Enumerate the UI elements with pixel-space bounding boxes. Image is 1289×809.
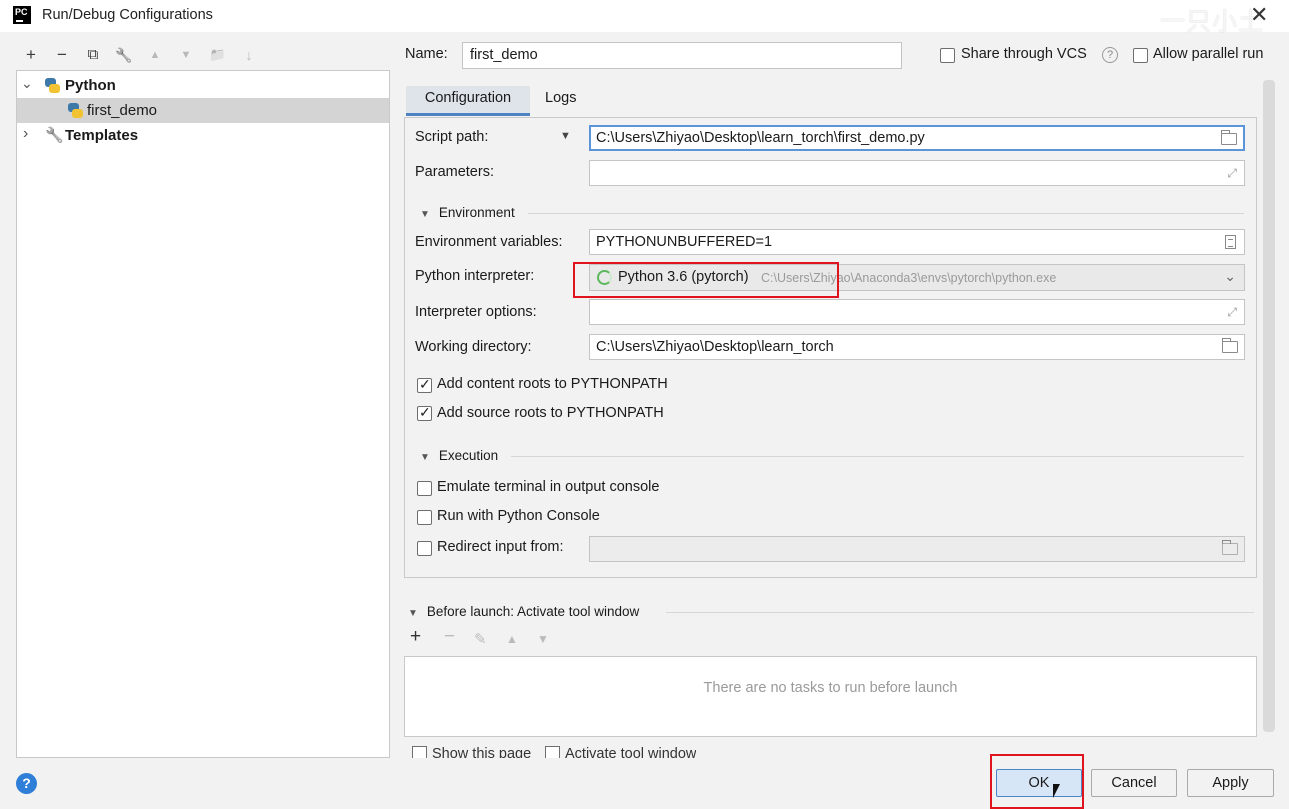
expand-icon[interactable]: ⤢ (1227, 305, 1237, 320)
environment-section[interactable]: ▼ Environment (420, 205, 515, 220)
mouse-cursor-icon (1053, 784, 1067, 798)
cancel-button[interactable]: Cancel (1091, 769, 1177, 797)
section-collapse-icon: ▼ (420, 452, 430, 463)
config-tree: ⌄ Python first_demo › 🔧 Templates (16, 70, 390, 758)
expand-icon[interactable]: ⤢ (1227, 166, 1237, 181)
show-page-label: Show this page (432, 746, 532, 758)
tab-logs[interactable]: Logs (545, 86, 576, 116)
before-launch-empty-text: There are no tasks to run before launch (703, 680, 958, 696)
apply-button[interactable]: Apply (1187, 769, 1274, 797)
share-vcs-label: Share through VCS (961, 46, 1087, 62)
tree-item-templates[interactable]: › 🔧 Templates (17, 123, 389, 148)
name-input[interactable]: first_demo (462, 42, 902, 69)
share-vcs-checkbox[interactable] (940, 48, 955, 63)
script-path-field[interactable]: C:\Users\Zhiyao\Desktop\learn_torch\firs… (589, 125, 1245, 151)
title-bar: PC Run/Debug Configurations 一只小土 ✕ (0, 0, 1289, 36)
chevron-down-icon[interactable]: ⌄ (1224, 268, 1236, 285)
activate-window-label: Activate tool window (565, 746, 697, 758)
checkbox-icon (412, 746, 427, 758)
add-icon[interactable]: + (20, 43, 42, 67)
redirect-input-field (589, 536, 1245, 562)
pycharm-logo-icon: PC (13, 6, 31, 24)
close-icon[interactable]: ✕ (1250, 3, 1268, 27)
folder-icon[interactable] (1221, 130, 1237, 145)
move-up-icon[interactable]: ▲ (144, 43, 166, 67)
interpreter-options-label: Interpreter options: (415, 304, 537, 320)
highlight-box (573, 262, 839, 298)
move-down-icon[interactable]: ▼ (537, 632, 549, 646)
redirect-input-checkbox[interactable] (417, 541, 432, 556)
python-file-icon (68, 103, 83, 118)
parameters-label: Parameters: (415, 164, 494, 180)
script-path-label: Script path: (415, 129, 489, 145)
parameters-field[interactable]: ⤢ (589, 160, 1245, 186)
emulate-terminal-checkbox[interactable] (417, 481, 432, 496)
name-label: Name: (405, 46, 448, 62)
divider (528, 213, 1244, 214)
copy-icon[interactable]: ⧉ (82, 43, 104, 67)
chevron-down-icon[interactable]: ⌄ (21, 75, 33, 92)
env-vars-field[interactable]: PYTHONUNBUFFERED=1 (589, 229, 1245, 255)
help-icon[interactable]: ? (1102, 47, 1118, 63)
interpreter-label: Python interpreter: (415, 268, 535, 284)
tree-item-first-demo[interactable]: first_demo (17, 98, 389, 123)
allow-parallel-label: Allow parallel run (1153, 46, 1264, 62)
folder-icon (1222, 540, 1238, 555)
checkbox-icon (545, 746, 560, 758)
tree-label-templates: Templates (65, 127, 139, 144)
wrench-icon[interactable]: 🔧 (113, 43, 135, 67)
add-task-icon[interactable]: + (410, 626, 421, 648)
before-launch-label: Before launch: Activate tool window (426, 604, 640, 619)
execution-section-label: Execution (438, 448, 499, 463)
working-dir-value: C:\Users\Zhiyao\Desktop\learn_torch (596, 339, 834, 355)
wrench-icon: 🔧 (45, 127, 64, 144)
move-up-icon[interactable]: ▲ (506, 632, 518, 646)
watermark: 一只小土 (1160, 8, 1265, 36)
script-path-value: C:\Users\Zhiyao\Desktop\learn_torch\firs… (596, 130, 925, 146)
show-page-checkbox-cut[interactable]: Show this page (412, 746, 531, 758)
python-icon (45, 78, 60, 93)
sort-icon[interactable]: ↓ (238, 43, 260, 67)
working-dir-label: Working directory: (415, 339, 532, 355)
source-roots-checkbox[interactable] (417, 404, 432, 421)
activate-window-checkbox-cut[interactable]: Activate tool window (545, 746, 696, 758)
working-dir-field[interactable]: C:\Users\Zhiyao\Desktop\learn_torch (589, 334, 1245, 360)
python-console-label: Run with Python Console (437, 508, 600, 524)
divider (511, 456, 1244, 457)
remove-icon[interactable]: − (51, 43, 73, 67)
content-roots-checkbox[interactable] (417, 376, 432, 393)
tree-label-python: Python (65, 77, 116, 94)
window-title: Run/Debug Configurations (42, 7, 213, 23)
allow-parallel-checkbox[interactable] (1133, 48, 1148, 63)
highlight-box (990, 754, 1084, 809)
source-roots-label: Add source roots to PYTHONPATH (437, 405, 664, 421)
interpreter-options-field[interactable]: ⤢ (589, 299, 1245, 325)
env-vars-value: PYTHONUNBUFFERED=1 (596, 234, 773, 250)
section-collapse-icon: ▼ (420, 209, 430, 220)
help-button[interactable]: ? (16, 773, 37, 794)
tree-label-first-demo: first_demo (87, 102, 158, 119)
folder-icon[interactable] (1222, 338, 1238, 353)
tab-configuration[interactable]: Configuration (406, 86, 530, 116)
python-console-checkbox[interactable] (417, 510, 432, 525)
divider (666, 612, 1254, 613)
before-launch-list: There are no tasks to run before launch (404, 656, 1257, 737)
tree-item-python[interactable]: ⌄ Python (17, 73, 389, 98)
remove-task-icon[interactable]: − (444, 626, 455, 648)
environment-section-label: Environment (438, 205, 515, 220)
script-type-dropdown-icon[interactable]: ▼ (560, 130, 571, 142)
redirect-input-label: Redirect input from: (437, 539, 564, 555)
move-down-icon[interactable]: ▼ (175, 43, 197, 67)
section-collapse-icon: ▼ (408, 608, 418, 619)
env-vars-label: Environment variables: (415, 234, 563, 250)
chevron-right-icon[interactable]: › (23, 125, 28, 143)
emulate-terminal-label: Emulate terminal in output console (437, 479, 660, 495)
edit-task-icon[interactable]: ✎ (474, 630, 487, 648)
before-launch-section[interactable]: ▼ Before launch: Activate tool window (408, 604, 639, 619)
content-roots-label: Add content roots to PYTHONPATH (437, 376, 668, 392)
scrollbar[interactable] (1263, 80, 1275, 732)
folder-add-icon[interactable]: 📁 (207, 43, 229, 67)
execution-section[interactable]: ▼ Execution (420, 448, 498, 463)
edit-env-vars-icon[interactable] (1225, 235, 1236, 249)
